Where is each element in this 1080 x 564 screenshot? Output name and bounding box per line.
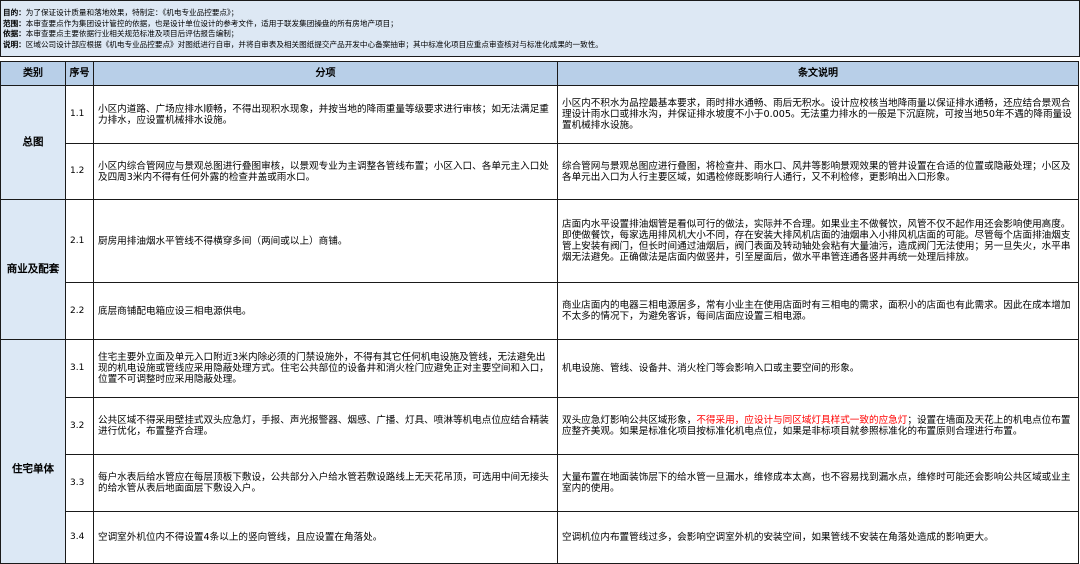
seq-cell[interactable]: 2.1 xyxy=(66,200,94,283)
header-label: 分项 xyxy=(315,68,336,79)
note-text: 机电设施、管线、设备井、消火栓门等会影响入口或主要空间的形象。 xyxy=(562,363,860,374)
seq-number: 2.2 xyxy=(70,305,85,316)
category-cell-commercial[interactable]: 商业及配套 xyxy=(0,200,66,340)
header-label: 类别 xyxy=(23,68,43,79)
seq-cell[interactable]: 3.3 xyxy=(66,455,94,512)
note-text: 综合管网与景观总图应进行叠图，将检查井、雨水口、风井等影响景观效果的管井设置在合… xyxy=(562,160,1071,183)
note-text-start: 双头应急灯影响公共区域形象， xyxy=(562,415,697,426)
category-label: 住宅单体 xyxy=(12,463,54,475)
item-text: 小区内综合管网应与景观总图进行叠图审核，以景观专业为主调整各管线布置；小区入口、… xyxy=(98,160,549,183)
info-text: 为了保证设计质量和落地效果，特制定：《机电专业品控要点》； xyxy=(25,8,239,17)
item-cell[interactable]: 小区内道路、广场应排水顺畅，不得出现积水现象，并按当地的降雨重量等级要求进行审核… xyxy=(94,86,558,144)
item-cell[interactable]: 小区内综合管网应与景观总图进行叠图审核，以景观专业为主调整各管线布置；小区入口、… xyxy=(94,144,558,200)
info-line-purpose: 目的：为了保证设计质量和落地效果，特制定：《机电专业品控要点》； xyxy=(3,8,1077,19)
item-cell[interactable]: 住宅主要外立面及单元入口附近3米内除必须的门禁设施外，不得有其它任何机电设施及管… xyxy=(94,340,558,398)
item-text: 底层商铺配电箱应设三相电源供电。 xyxy=(98,305,252,317)
category-label: 总图 xyxy=(22,136,44,148)
header-category[interactable]: 类别 xyxy=(0,61,66,86)
info-text: 本审查要点主要依据行业相关规范标准及项目后评估报告编制； xyxy=(25,29,239,38)
note-cell[interactable]: 综合管网与景观总图应进行叠图，将检查井、雨水口、风井等影响景观效果的管井设置在合… xyxy=(558,144,1079,200)
note-cell[interactable]: 商业店面内的电器三相电源居多，常有小业主在使用店面时有三相电的需求，面积小的店面… xyxy=(558,283,1079,340)
seq-number: 3.4 xyxy=(70,532,85,542)
item-text: 厨房用排油烟水平管线不得横穿多间（两间或以上）商铺。 xyxy=(98,235,348,247)
info-label: 依据： xyxy=(3,29,26,38)
seq-number: 1.2 xyxy=(70,166,85,176)
item-cell[interactable]: 公共区域不得采用壁挂式双头应急灯，手报、声光报警器、烟感、广播、灯具、喷淋等机电… xyxy=(94,398,558,455)
info-line-basis: 依据：本审查要点主要依据行业相关规范标准及项目后评估报告编制； xyxy=(3,29,1077,40)
info-label: 说明： xyxy=(3,39,26,49)
info-line-notes: 说明：区域公司设计部应根据《机电专业品控要点》对图纸进行自审，并将自审表及相关图… xyxy=(3,40,1077,51)
header-seq[interactable]: 序号 xyxy=(66,61,94,86)
item-text: 住宅主要外立面及单元入口附近3米内除必须的门禁设施外，不得有其它任何机电设施及管… xyxy=(98,352,549,385)
spreadsheet: 目的：为了保证设计质量和落地效果，特制定：《机电专业品控要点》； 范围：本审查要… xyxy=(0,0,1080,564)
note-highlight-text: 不得采用，应设计与同区域灯具样式一致的应急灯 xyxy=(696,415,908,426)
seq-cell[interactable]: 3.4 xyxy=(66,512,94,564)
seq-cell[interactable]: 1.1 xyxy=(66,86,94,144)
seq-number: 1.1 xyxy=(70,109,85,119)
seq-cell[interactable]: 3.2 xyxy=(66,398,94,455)
header-label: 条文说明 xyxy=(798,68,838,79)
item-text: 每户水表后给水管应在每层顶板下敷设，公共部分入户给水管若敷设路线上无天花吊顶，可… xyxy=(98,472,549,494)
note-text: 店面内水平设置排油烟管是看似可行的做法，实际并不合理。如果业主不做餐饮，风管不仅… xyxy=(562,219,1071,263)
note-text: 商业店面内的电器三相电源居多，常有小业主在使用店面时有三相电的需求，面积小的店面… xyxy=(562,300,1071,322)
category-cell-residential[interactable]: 住宅单体 xyxy=(0,340,66,564)
note-cell[interactable]: 空调机位内布置管线过多，会影响空调室外机的安装空间，如果管线不安装在角落处造成的… xyxy=(558,512,1079,564)
header-note[interactable]: 条文说明 xyxy=(558,61,1079,86)
header-label: 序号 xyxy=(69,68,90,79)
info-label: 范围： xyxy=(3,18,26,28)
item-text: 小区内道路、广场应排水顺畅，不得出现积水现象，并按当地的降雨重量等级要求进行审核… xyxy=(98,103,549,126)
note-text: 小区内不积水为品控最基本要求，雨时排水通畅、雨后无积水。设计应校核当地降雨量以保… xyxy=(562,98,1072,131)
category-label: 商业及配套 xyxy=(6,263,60,275)
note-cell[interactable]: 双头应急灯影响公共区域形象，不得采用，应设计与同区域灯具样式一致的应急灯；设置在… xyxy=(558,398,1079,455)
info-text: 区域公司设计部应根据《机电专业品控要点》对图纸进行自审，并将自审表及相关图纸提交… xyxy=(25,39,603,49)
item-text: 公共区域不得采用壁挂式双头应急灯，手报、声光报警器、烟感、广播、灯具、喷淋等机电… xyxy=(98,415,549,437)
item-cell[interactable]: 底层商铺配电箱应设三相电源供电。 xyxy=(94,283,558,340)
seq-number: 3.1 xyxy=(70,363,85,373)
info-label: 目的： xyxy=(3,8,26,17)
note-cell[interactable]: 机电设施、管线、设备井、消火栓门等会影响入口或主要空间的形象。 xyxy=(558,340,1079,398)
seq-number: 3.2 xyxy=(70,420,85,431)
note-cell[interactable]: 大量布置在地面装饰层下的给水管一旦漏水，维修成本太高，也不容易找到漏水点，维修时… xyxy=(558,455,1079,512)
note-text: 大量布置在地面装饰层下的给水管一旦漏水，维修成本太高，也不容易找到漏水点，维修时… xyxy=(562,472,1071,494)
seq-number: 2.1 xyxy=(70,235,85,246)
item-cell[interactable]: 厨房用排油烟水平管线不得横穿多间（两间或以上）商铺。 xyxy=(94,200,558,283)
header-item[interactable]: 分项 xyxy=(94,61,558,86)
category-cell-site-plan[interactable]: 总图 xyxy=(0,86,66,200)
note-text: 空调机位内布置管线过多，会影响空调室外机的安装空间，如果管线不安装在角落处造成的… xyxy=(562,532,994,543)
item-cell[interactable]: 每户水表后给水管应在每层顶板下敷设，公共部分入户给水管若敷设路线上无天花吊顶，可… xyxy=(94,455,558,512)
note-text: 双头应急灯影响公共区域形象，不得采用，应设计与同区域灯具样式一致的应急灯；设置在… xyxy=(562,415,1075,437)
seq-number: 3.3 xyxy=(70,477,85,488)
item-cell[interactable]: 空调室外机位内不得设置4条以上的竖向管线，且应设置在角落处。 xyxy=(94,512,558,564)
info-text: 本审查要点作为集团设计管控的依据，也是设计单位设计的参考文件，适用于联发集团操盘… xyxy=(25,18,398,28)
note-cell[interactable]: 小区内不积水为品控最基本要求，雨时排水通畅、雨后无积水。设计应校核当地降雨量以保… xyxy=(558,86,1079,144)
seq-cell[interactable]: 3.1 xyxy=(66,340,94,398)
seq-cell[interactable]: 1.2 xyxy=(66,144,94,200)
note-cell[interactable]: 店面内水平设置排油烟管是看似可行的做法，实际并不合理。如果业主不做餐饮，风管不仅… xyxy=(558,200,1079,283)
info-line-scope: 范围：本审查要点作为集团设计管控的依据，也是设计单位设计的参考文件，适用于联发集… xyxy=(3,19,1077,30)
info-box[interactable]: 目的：为了保证设计质量和落地效果，特制定：《机电专业品控要点》； 范围：本审查要… xyxy=(0,0,1080,57)
seq-cell[interactable]: 2.2 xyxy=(66,283,94,340)
item-text: 空调室外机位内不得设置4条以上的竖向管线，且应设置在角落处。 xyxy=(98,532,383,543)
